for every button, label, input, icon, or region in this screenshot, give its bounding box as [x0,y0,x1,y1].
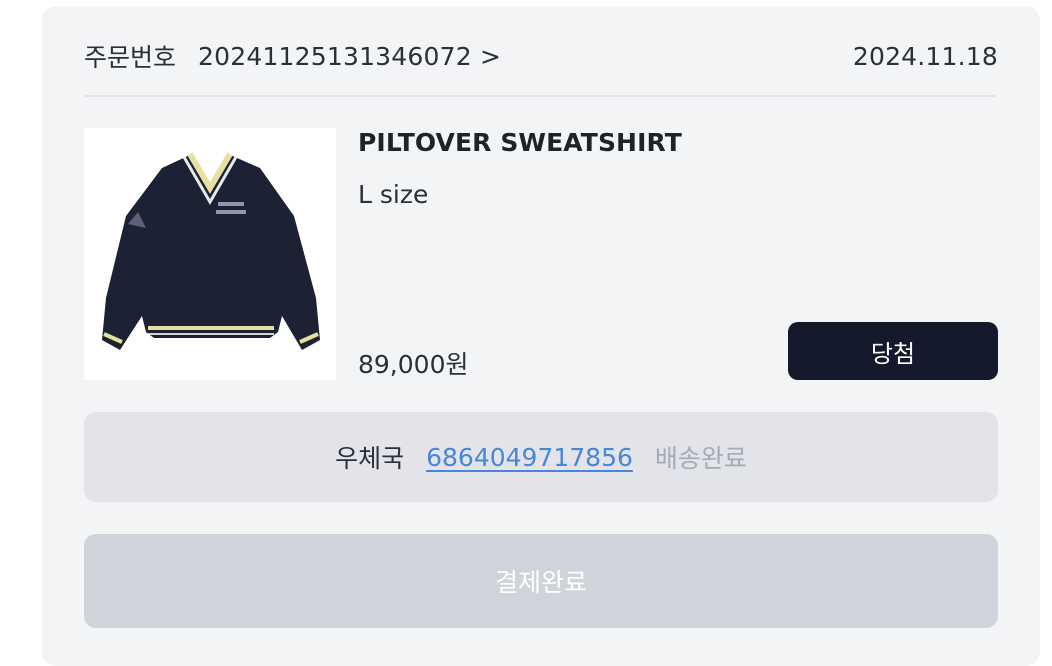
order-info: 주문번호 20241125131346072 > [84,38,501,74]
order-number-label: 주문번호 [84,43,177,72]
product-option: L size [358,180,429,209]
product-image[interactable] [84,128,336,380]
carrier-name: 우체국 [335,444,405,473]
order-date: 2024.11.18 [852,41,998,71]
product-price: 89,000원 [358,350,469,379]
order-number-link[interactable]: 20241125131346072 > [198,42,501,71]
shipping-info: 우체국 6864049717856 배송완료 [84,412,998,502]
delivery-status: 배송완료 [654,444,747,473]
header-divider [84,95,996,97]
product-name[interactable]: PILTOVER SWEATSHIRT [358,128,682,157]
tracking-number-link[interactable]: 6864049717856 [426,443,633,472]
sweatshirt-icon [102,152,320,350]
win-status-button[interactable]: 당첨 [788,322,998,380]
payment-complete-button[interactable]: 결제완료 [84,534,998,628]
order-header: 주문번호 20241125131346072 > 2024.11.18 [84,36,998,76]
